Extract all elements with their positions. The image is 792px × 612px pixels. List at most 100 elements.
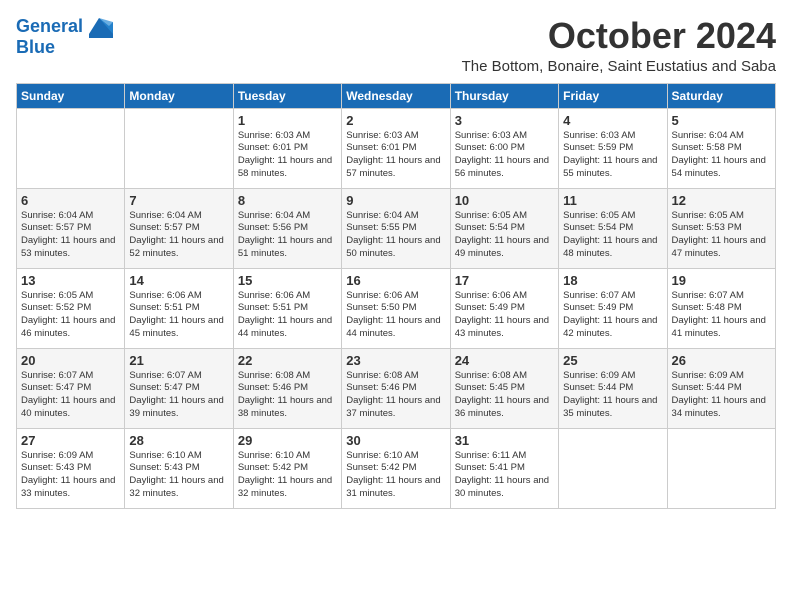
list-item [125,108,233,188]
cell-info: Sunrise: 6:03 AM Sunset: 5:59 PM Dayligh… [563,130,662,181]
col-thursday: Thursday [450,83,558,108]
list-item: 13 Sunrise: 6:05 AM Sunset: 5:52 PM Dayli… [17,268,125,348]
list-item: 30 Sunrise: 6:10 AM Sunset: 5:42 PM Dayli… [342,428,450,508]
cell-day-number: 9 [346,193,445,208]
list-item: 15 Sunrise: 6:06 AM Sunset: 5:51 PM Dayli… [233,268,341,348]
list-item: 23 Sunrise: 6:08 AM Sunset: 5:46 PM Dayli… [342,348,450,428]
cell-info: Sunrise: 6:05 AM Sunset: 5:54 PM Dayligh… [563,210,662,261]
list-item: 25 Sunrise: 6:09 AM Sunset: 5:44 PM Dayli… [559,348,667,428]
list-item: 16 Sunrise: 6:06 AM Sunset: 5:50 PM Dayli… [342,268,450,348]
cell-day-number: 3 [455,113,554,128]
location-title: The Bottom, Bonaire, Saint Eustatius and… [462,58,776,75]
list-item: 22 Sunrise: 6:08 AM Sunset: 5:46 PM Dayli… [233,348,341,428]
cell-day-number: 1 [238,113,337,128]
list-item: 29 Sunrise: 6:10 AM Sunset: 5:42 PM Dayli… [233,428,341,508]
title-block: October 2024 The Bottom, Bonaire, Saint … [462,16,776,75]
list-item: 11 Sunrise: 6:05 AM Sunset: 5:54 PM Dayli… [559,188,667,268]
cell-info: Sunrise: 6:04 AM Sunset: 5:55 PM Dayligh… [346,210,445,261]
col-monday: Monday [125,83,233,108]
cell-day-number: 30 [346,433,445,448]
cell-info: Sunrise: 6:09 AM Sunset: 5:44 PM Dayligh… [563,370,662,421]
cell-info: Sunrise: 6:06 AM Sunset: 5:51 PM Dayligh… [238,290,337,341]
col-friday: Friday [559,83,667,108]
cell-day-number: 11 [563,193,662,208]
table-row: 1 Sunrise: 6:03 AM Sunset: 6:01 PM Daylig… [17,108,776,188]
cell-day-number: 15 [238,273,337,288]
cell-day-number: 8 [238,193,337,208]
col-saturday: Saturday [667,83,775,108]
cell-day-number: 7 [129,193,228,208]
cell-info: Sunrise: 6:05 AM Sunset: 5:54 PM Dayligh… [455,210,554,261]
list-item: 20 Sunrise: 6:07 AM Sunset: 5:47 PM Dayli… [17,348,125,428]
cell-day-number: 20 [21,353,120,368]
cell-day-number: 24 [455,353,554,368]
header: General Blue October 2024 The Bottom, Bo… [16,16,776,75]
cell-info: Sunrise: 6:08 AM Sunset: 5:46 PM Dayligh… [346,370,445,421]
logo: General Blue [16,16,113,58]
cell-info: Sunrise: 6:07 AM Sunset: 5:49 PM Dayligh… [563,290,662,341]
cell-info: Sunrise: 6:07 AM Sunset: 5:47 PM Dayligh… [21,370,120,421]
cell-day-number: 22 [238,353,337,368]
list-item: 1Sunrise: 6:03 AM Sunset: 6:01 PM Daylig… [233,108,341,188]
cell-info: Sunrise: 6:05 AM Sunset: 5:52 PM Dayligh… [21,290,120,341]
list-item: 28Sunrise: 6:10 AM Sunset: 5:43 PM Dayli… [125,428,233,508]
cell-day-number: 31 [455,433,554,448]
header-row: Sunday Monday Tuesday Wednesday Thursday… [17,83,776,108]
cell-info: Sunrise: 6:07 AM Sunset: 5:48 PM Dayligh… [672,290,771,341]
list-item [17,108,125,188]
cell-day-number: 27 [21,433,120,448]
cell-day-number: 17 [455,273,554,288]
logo-text: General [16,17,83,37]
cell-day-number: 12 [672,193,771,208]
list-item: 31 Sunrise: 6:11 AM Sunset: 5:41 PM Dayli… [450,428,558,508]
list-item: 18 Sunrise: 6:07 AM Sunset: 5:49 PM Dayli… [559,268,667,348]
cell-day-number: 25 [563,353,662,368]
cell-info: Sunrise: 6:06 AM Sunset: 5:50 PM Dayligh… [346,290,445,341]
cell-day-number: 19 [672,273,771,288]
cell-info: Sunrise: 6:03 AM Sunset: 6:00 PM Dayligh… [455,130,554,181]
cell-info: Sunrise: 6:05 AM Sunset: 5:53 PM Dayligh… [672,210,771,261]
cell-day-number: 18 [563,273,662,288]
cell-info: Sunrise: 6:04 AM Sunset: 5:57 PM Dayligh… [21,210,120,261]
list-item: 17Sunrise: 6:06 AM Sunset: 5:49 PM Dayli… [450,268,558,348]
cell-info: Sunrise: 6:10 AM Sunset: 5:42 PM Dayligh… [346,450,445,501]
list-item: 26 Sunrise: 6:09 AM Sunset: 5:44 PM Dayli… [667,348,775,428]
list-item: 6Sunrise: 6:04 AM Sunset: 5:57 PM Daylig… [17,188,125,268]
cell-day-number: 14 [129,273,228,288]
list-item: 3 Sunrise: 6:03 AM Sunset: 6:00 PM Daylig… [450,108,558,188]
col-wednesday: Wednesday [342,83,450,108]
cell-day-number: 4 [563,113,662,128]
cell-info: Sunrise: 6:06 AM Sunset: 5:51 PM Dayligh… [129,290,228,341]
cell-day-number: 28 [129,433,228,448]
list-item: 19 Sunrise: 6:07 AM Sunset: 5:48 PM Dayli… [667,268,775,348]
cell-day-number: 16 [346,273,445,288]
month-title: October 2024 [462,16,776,56]
table-row: 6Sunrise: 6:04 AM Sunset: 5:57 PM Daylig… [17,188,776,268]
cell-day-number: 10 [455,193,554,208]
cell-day-number: 29 [238,433,337,448]
list-item: 27 Sunrise: 6:09 AM Sunset: 5:43 PM Dayli… [17,428,125,508]
cell-info: Sunrise: 6:04 AM Sunset: 5:56 PM Dayligh… [238,210,337,261]
cell-info: Sunrise: 6:08 AM Sunset: 5:46 PM Dayligh… [238,370,337,421]
cell-day-number: 5 [672,113,771,128]
list-item: 8 Sunrise: 6:04 AM Sunset: 5:56 PM Daylig… [233,188,341,268]
cell-info: Sunrise: 6:10 AM Sunset: 5:42 PM Dayligh… [238,450,337,501]
list-item: 21Sunrise: 6:07 AM Sunset: 5:47 PM Dayli… [125,348,233,428]
logo-text2: Blue [16,38,113,58]
table-row: 27 Sunrise: 6:09 AM Sunset: 5:43 PM Dayli… [17,428,776,508]
list-item: 9 Sunrise: 6:04 AM Sunset: 5:55 PM Daylig… [342,188,450,268]
cell-info: Sunrise: 6:09 AM Sunset: 5:44 PM Dayligh… [672,370,771,421]
cell-info: Sunrise: 6:03 AM Sunset: 6:01 PM Dayligh… [346,130,445,181]
cell-info: Sunrise: 6:08 AM Sunset: 5:45 PM Dayligh… [455,370,554,421]
list-item [559,428,667,508]
cell-day-number: 2 [346,113,445,128]
cell-day-number: 26 [672,353,771,368]
cell-info: Sunrise: 6:09 AM Sunset: 5:43 PM Dayligh… [21,450,120,501]
cell-info: Sunrise: 6:11 AM Sunset: 5:41 PM Dayligh… [455,450,554,501]
list-item: 10 Sunrise: 6:05 AM Sunset: 5:54 PM Dayli… [450,188,558,268]
cell-day-number: 13 [21,273,120,288]
list-item: 14 Sunrise: 6:06 AM Sunset: 5:51 PM Dayli… [125,268,233,348]
cell-day-number: 21 [129,353,228,368]
cell-day-number: 23 [346,353,445,368]
list-item: 7Sunrise: 6:04 AM Sunset: 5:57 PM Daylig… [125,188,233,268]
